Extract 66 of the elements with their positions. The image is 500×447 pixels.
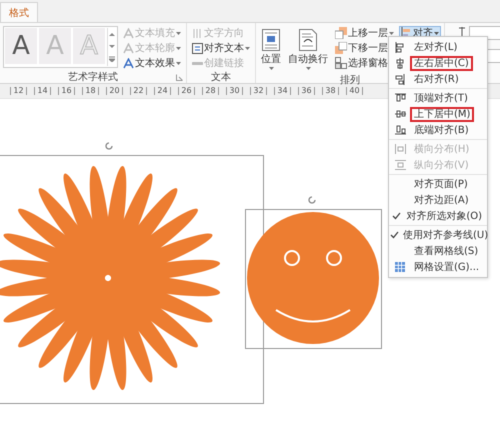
menu-item[interactable]: 底端对齐(B) bbox=[389, 122, 487, 138]
group-label: 排列 bbox=[340, 74, 360, 86]
ruler-number: 24 bbox=[154, 87, 171, 95]
ribbon-tab[interactable]: 格式 bbox=[0, 2, 38, 22]
letter-icon bbox=[123, 58, 134, 68]
ruler-number: 18 bbox=[82, 87, 99, 95]
caret-icon bbox=[245, 46, 250, 50]
caret-icon bbox=[268, 67, 274, 70]
wrap-text-icon bbox=[299, 29, 317, 51]
more-icon[interactable] bbox=[109, 56, 115, 62]
ruler-number: 32 bbox=[250, 87, 267, 95]
ruler-number: 34 bbox=[274, 87, 291, 95]
caret-icon bbox=[176, 62, 181, 64]
ruler-number: 22 bbox=[130, 87, 147, 95]
menu-item[interactable]: 网格设置(G)... bbox=[389, 259, 487, 275]
wordart-style[interactable]: A bbox=[5, 28, 37, 64]
large-ribbon-button[interactable]: 自动换行 bbox=[286, 26, 330, 73]
vertical-align-icon bbox=[394, 93, 406, 103]
ruler-number: 26 bbox=[178, 87, 195, 95]
menu-item[interactable]: 右对齐(R) bbox=[389, 71, 487, 87]
ruler-number: 38 bbox=[322, 87, 339, 95]
caret-icon bbox=[176, 46, 181, 50]
ruler-number: 40 bbox=[346, 87, 363, 95]
horizontal-align-icon bbox=[395, 42, 405, 52]
text-command[interactable]: 对齐文本 bbox=[190, 41, 252, 55]
caret-icon bbox=[306, 67, 310, 70]
text-direction-icon bbox=[192, 28, 203, 38]
scroll-up-icon[interactable] bbox=[109, 32, 115, 37]
ruler-number: 36 bbox=[298, 87, 315, 95]
ruler-number: 12 bbox=[10, 87, 27, 95]
vertical-align-icon bbox=[394, 125, 406, 135]
text-command[interactable]: 文本效果 bbox=[121, 56, 183, 70]
grid-icon bbox=[395, 262, 405, 272]
menu-item[interactable]: 查看网格线(S) bbox=[389, 243, 487, 259]
menu-item[interactable]: 对齐边距(A) bbox=[389, 192, 487, 208]
ruler-number: 28 bbox=[202, 87, 219, 95]
rotate-handle-icon[interactable] bbox=[307, 195, 317, 205]
distribute-icon bbox=[394, 144, 406, 154]
letter-icon bbox=[123, 28, 134, 38]
layers-icon bbox=[335, 42, 347, 54]
letter-icon bbox=[123, 42, 134, 54]
horizontal-align-icon bbox=[395, 58, 405, 68]
rotate-handle-icon[interactable] bbox=[104, 141, 114, 151]
menu-item[interactable]: 对齐页面(P) bbox=[389, 176, 487, 192]
distribute-icon bbox=[394, 160, 406, 170]
selection-pane-icon bbox=[335, 57, 347, 69]
large-ribbon-button[interactable]: 位置 bbox=[259, 26, 283, 73]
align-text-icon bbox=[192, 42, 203, 54]
horizontal-align-icon bbox=[395, 74, 405, 84]
group-label: 文本 bbox=[211, 70, 231, 84]
menu-item[interactable]: 使用对齐参考线(U) bbox=[389, 227, 487, 243]
menu-item[interactable]: 对齐所选对象(O) bbox=[389, 208, 487, 224]
layers-icon bbox=[335, 27, 347, 39]
ruler-number: 20 bbox=[106, 87, 123, 95]
scroll-down-icon[interactable] bbox=[109, 44, 115, 49]
ruler-number: 30 bbox=[226, 87, 243, 95]
flower-shape[interactable] bbox=[0, 163, 223, 393]
group-label: 艺术字样式 bbox=[68, 70, 118, 84]
menu-item[interactable]: 顶端对齐(T) bbox=[389, 90, 487, 106]
ruler-number: 16 bbox=[58, 87, 75, 95]
dialog-launcher-icon[interactable] bbox=[176, 74, 183, 81]
vertical-align-icon bbox=[394, 109, 406, 119]
arrange-command[interactable]: 选择窗格 bbox=[333, 56, 396, 70]
caret-icon bbox=[176, 32, 181, 34]
position-icon bbox=[262, 29, 280, 51]
ruler-number: 14 bbox=[34, 87, 51, 95]
